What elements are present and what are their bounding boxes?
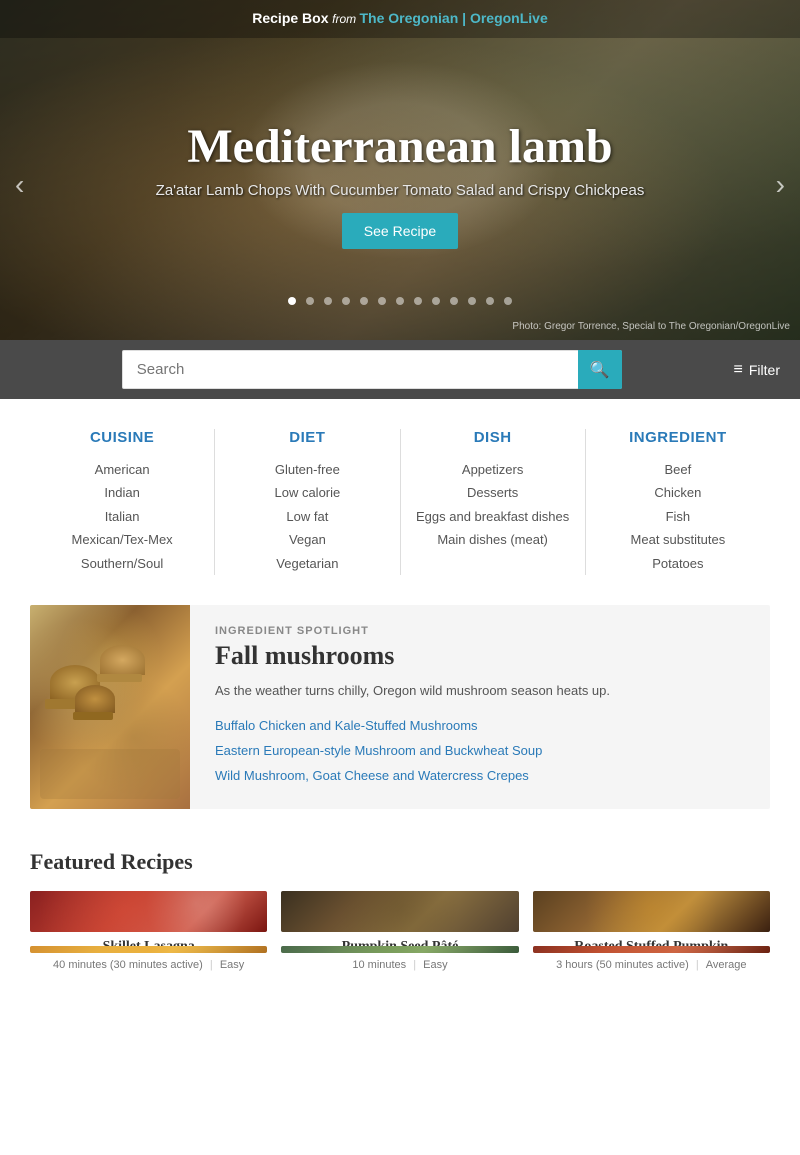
recipe-card-1[interactable]: Skillet Lasagna 40 minutes (30 minutes a… [30,891,267,932]
hero-section: Recipe Box from The Oregonian | OregonLi… [0,0,800,340]
spotlight-image [30,605,190,809]
recipe-meta-1: 40 minutes (30 minutes active) | Easy [30,958,267,973]
diet-header: DIET [230,429,384,446]
recipe-image-3 [533,891,770,932]
filter-label: Filter [749,362,780,378]
cuisine-header: CUISINE [45,429,199,446]
hero-dot-11[interactable] [468,297,476,305]
recipe-meta-2: 10 minutes | Easy [281,958,518,973]
hero-dot-1[interactable] [288,297,296,305]
hero-title: Mediterranean lamb [156,121,645,174]
hero-prev-button[interactable]: ‹ [5,159,34,211]
brand-from: from [332,12,359,26]
hero-dots [0,292,800,310]
recipe-image-4 [30,946,267,953]
recipe-difficulty-2: Easy [423,959,447,971]
recipe-card-4[interactable] [30,946,267,953]
hero-dot-3[interactable] [324,297,332,305]
hero-content: Mediterranean lamb Za'atar Lamb Chops Wi… [156,121,645,249]
recipe-grid: Skillet Lasagna 40 minutes (30 minutes a… [30,891,770,953]
spotlight-title: Fall mushrooms [215,641,750,671]
ingredient-fish[interactable]: Fish [601,505,755,528]
hero-dot-2[interactable] [306,297,314,305]
recipe-image-2 [281,891,518,932]
dish-header: DISH [416,429,570,446]
recipe-meta-3: 3 hours (50 minutes active) | Average [533,958,770,973]
dish-eggs[interactable]: Eggs and breakfast dishes [416,505,570,528]
ingredient-beef[interactable]: Beef [601,458,755,481]
brand-text: Recipe Box from The Oregonian | OregonLi… [252,11,548,26]
spotlight-description: As the weather turns chilly, Oregon wild… [215,681,750,701]
search-icon: 🔍 [590,362,610,379]
hero-dot-7[interactable] [396,297,404,305]
hero-dot-12[interactable] [486,297,494,305]
hero-dot-4[interactable] [342,297,350,305]
hero-dot-10[interactable] [450,297,458,305]
brand-oregonian: The Oregonian | OregonLive [359,10,547,26]
spotlight-link-3[interactable]: Wild Mushroom, Goat Cheese and Watercres… [215,764,750,789]
search-input[interactable] [122,350,622,389]
spotlight-content: INGREDIENT SPOTLIGHT Fall mushrooms As t… [190,605,770,809]
hero-top-bar: Recipe Box from The Oregonian | OregonLi… [0,0,800,38]
dish-appetizers[interactable]: Appetizers [416,458,570,481]
recipe-difficulty-3: Average [706,959,747,971]
hero-dot-8[interactable] [414,297,422,305]
filter-button[interactable]: ≡ Filter [734,361,780,379]
recipe-divider-2: | [413,959,419,971]
search-submit-button[interactable]: 🔍 [578,350,622,389]
ingredient-chicken[interactable]: Chicken [601,481,755,504]
ingredient-header: INGREDIENT [601,429,755,446]
cuisine-italian[interactable]: Italian [45,505,199,528]
diet-vegan[interactable]: Vegan [230,528,384,551]
featured-section: Featured Recipes Skillet Lasagna 40 minu… [0,829,800,987]
cuisine-mexican[interactable]: Mexican/Tex-Mex [45,528,199,551]
dish-main[interactable]: Main dishes (meat) [416,528,570,551]
diet-column: DIET Gluten-free Low calorie Low fat Veg… [215,429,400,575]
recipe-difficulty-1: Easy [220,959,244,971]
brand-recipe-box: Recipe Box [252,10,328,26]
cuisine-southern[interactable]: Southern/Soul [45,552,199,575]
recipe-divider-3: | [696,959,702,971]
category-section: CUISINE American Indian Italian Mexican/… [0,399,800,595]
ingredient-potatoes[interactable]: Potatoes [601,552,755,575]
recipe-card-6[interactable] [533,946,770,953]
dish-column: DISH Appetizers Desserts Eggs and breakf… [401,429,586,575]
filter-icon: ≡ [734,361,743,379]
recipe-time-3: 3 hours (50 minutes active) [556,959,689,971]
photo-credit: Photo: Gregor Torrence, Special to The O… [512,321,790,332]
hero-dot-5[interactable] [360,297,368,305]
ingredient-column: INGREDIENT Beef Chicken Fish Meat substi… [586,429,770,575]
diet-low-fat[interactable]: Low fat [230,505,384,528]
recipe-card-2[interactable]: Pumpkin Seed Pâté 10 minutes | Easy [281,891,518,932]
hero-dot-6[interactable] [378,297,386,305]
recipe-card-3[interactable]: Roasted Stuffed Pumpkin 3 hours (50 minu… [533,891,770,932]
see-recipe-button[interactable]: See Recipe [342,213,458,249]
diet-vegetarian[interactable]: Vegetarian [230,552,384,575]
cuisine-american[interactable]: American [45,458,199,481]
hero-subtitle: Za'atar Lamb Chops With Cucumber Tomato … [156,182,645,199]
ingredient-meat-subs[interactable]: Meat substitutes [601,528,755,551]
diet-gluten-free[interactable]: Gluten-free [230,458,384,481]
cuisine-indian[interactable]: Indian [45,481,199,504]
recipe-image-1 [30,891,267,932]
hero-dot-13[interactable] [504,297,512,305]
recipe-card-5[interactable] [281,946,518,953]
spotlight-section: INGREDIENT SPOTLIGHT Fall mushrooms As t… [30,605,770,809]
spotlight-link-2[interactable]: Eastern European-style Mushroom and Buck… [215,739,750,764]
cuisine-column: CUISINE American Indian Italian Mexican/… [30,429,215,575]
recipe-time-1: 40 minutes (30 minutes active) [53,959,203,971]
recipe-image-6 [533,946,770,953]
search-bar: 🔍 ≡ Filter [0,340,800,399]
diet-low-calorie[interactable]: Low calorie [230,481,384,504]
spotlight-label: INGREDIENT SPOTLIGHT [215,625,750,637]
search-input-wrapper: 🔍 [122,350,622,389]
hero-dot-9[interactable] [432,297,440,305]
hero-next-button[interactable]: › [766,159,795,211]
spotlight-link-1[interactable]: Buffalo Chicken and Kale-Stuffed Mushroo… [215,714,750,739]
dish-desserts[interactable]: Desserts [416,481,570,504]
recipe-image-5 [281,946,518,953]
featured-title: Featured Recipes [30,849,770,875]
recipe-divider-1: | [210,959,216,971]
recipe-time-2: 10 minutes [352,959,406,971]
